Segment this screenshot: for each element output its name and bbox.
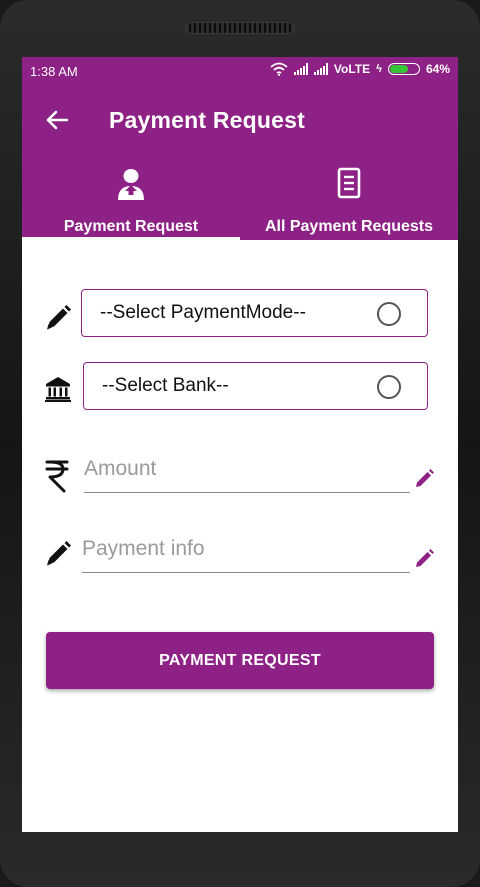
- payment-info-field[interactable]: [82, 529, 410, 573]
- signal-icon: [293, 63, 308, 75]
- signal-icon: [313, 63, 328, 75]
- tab-label: Payment Request: [63, 218, 199, 235]
- radio-icon[interactable]: [377, 302, 401, 326]
- payment-mode-value: --Select PaymentMode--: [100, 302, 306, 323]
- battery-icon: [387, 63, 420, 75]
- charging-icon: ϟ: [376, 63, 382, 75]
- tab-label: All Payment Requests: [264, 218, 434, 235]
- network-label: VoLTE: [333, 62, 371, 76]
- phone-speaker: [185, 22, 295, 34]
- battery-fill: [389, 65, 408, 73]
- toolbar: Payment Request: [22, 97, 458, 145]
- bank-select[interactable]: --Select Bank--: [83, 362, 428, 410]
- wifi-icon: [270, 62, 288, 76]
- payment-info-input[interactable]: [82, 529, 410, 569]
- tab-payment-request[interactable]: Payment Request: [22, 161, 240, 240]
- page-title: Payment Request: [109, 107, 306, 133]
- user-upload-icon: [118, 169, 144, 200]
- app-screen: 1:38 AM VoLTE ϟ 64% Payment Request Paym…: [22, 57, 458, 832]
- edit-icon[interactable]: [413, 548, 435, 570]
- payment-request-button[interactable]: PAYMENT REQUEST: [46, 632, 434, 689]
- status-bar: 1:38 AM VoLTE ϟ 64%: [22, 57, 458, 85]
- edit-icon[interactable]: [413, 468, 435, 490]
- bank-value: --Select Bank--: [102, 375, 229, 396]
- amount-input[interactable]: [84, 449, 410, 489]
- tab-all-payment-requests[interactable]: All Payment Requests: [240, 161, 458, 240]
- arrow-left-icon[interactable]: [42, 105, 72, 135]
- rupee-icon: [45, 460, 69, 493]
- pencil-icon: [47, 541, 71, 566]
- payment-mode-select[interactable]: --Select PaymentMode--: [81, 289, 428, 337]
- status-indicators: VoLTE ϟ 64%: [270, 62, 450, 76]
- app-header: 1:38 AM VoLTE ϟ 64% Payment Request Paym…: [22, 57, 458, 240]
- radio-icon[interactable]: [377, 375, 401, 399]
- document-list-icon: [337, 167, 361, 199]
- status-time: 1:38 AM: [30, 64, 78, 79]
- bank-icon: [45, 377, 71, 402]
- phone-frame: 1:38 AM VoLTE ϟ 64% Payment Request Paym…: [0, 0, 480, 887]
- tab-bar: Payment Request All Payment Requests: [22, 161, 458, 240]
- pencil-icon: [47, 305, 71, 330]
- amount-field[interactable]: [84, 449, 410, 493]
- battery-percent: 64%: [425, 62, 450, 76]
